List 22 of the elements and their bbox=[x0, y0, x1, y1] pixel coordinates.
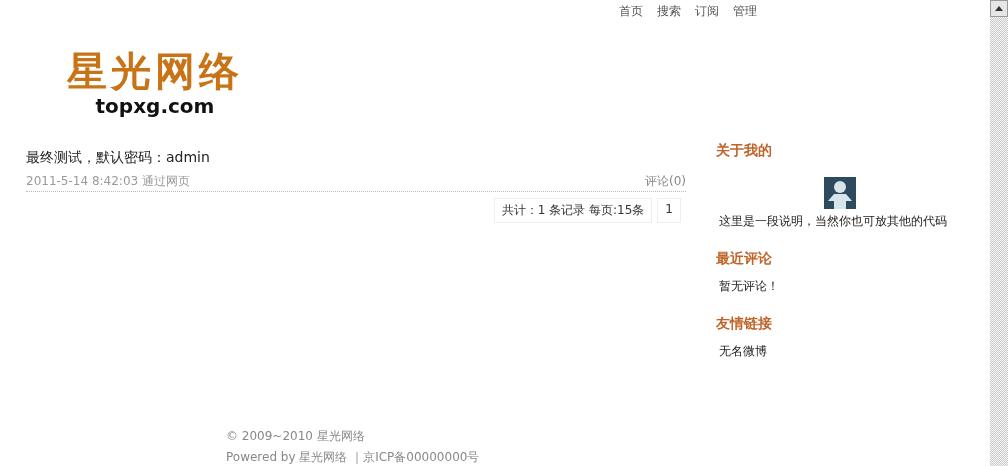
nav-link[interactable]: 订阅 bbox=[695, 3, 719, 29]
post-meta: 2011-5-14 8:42:03 通过网页 bbox=[26, 173, 190, 190]
post-title: 最终测试，默认密码：admin bbox=[26, 149, 211, 167]
scroll-up-icon[interactable] bbox=[990, 0, 1008, 17]
comments-link[interactable]: 评论(0) bbox=[645, 173, 686, 190]
about-text: 这里是一段说明，当然你也可放其他的代码 bbox=[719, 213, 948, 230]
section-heading: 关于我的 bbox=[716, 142, 773, 160]
pager-summary: 共计：1 条记录 每页:15条 bbox=[493, 198, 653, 223]
page-link[interactable]: 1 bbox=[657, 198, 681, 223]
nav-link[interactable]: 搜索 bbox=[657, 3, 681, 29]
powered-by-text: Powered by 星光网络 ｜京ICP备00000000号 bbox=[226, 449, 481, 466]
avatar-icon bbox=[824, 177, 856, 209]
logo-title: 星光网络 bbox=[67, 46, 243, 95]
nav-link[interactable]: 管理 bbox=[733, 3, 757, 29]
sidebar-item: 暂无评论！ bbox=[719, 278, 780, 295]
section-heading: 友情链接 bbox=[716, 315, 773, 333]
nav-link[interactable]: 首页 bbox=[619, 3, 643, 29]
copyright-text: © 2009~2010 星光网络 bbox=[226, 428, 366, 445]
scrollbar[interactable] bbox=[990, 0, 1008, 466]
sidebar-item: 无名微博 bbox=[719, 343, 768, 360]
section-heading: 最近评论 bbox=[716, 250, 773, 268]
logo-domain: topxg.com bbox=[95, 94, 215, 117]
